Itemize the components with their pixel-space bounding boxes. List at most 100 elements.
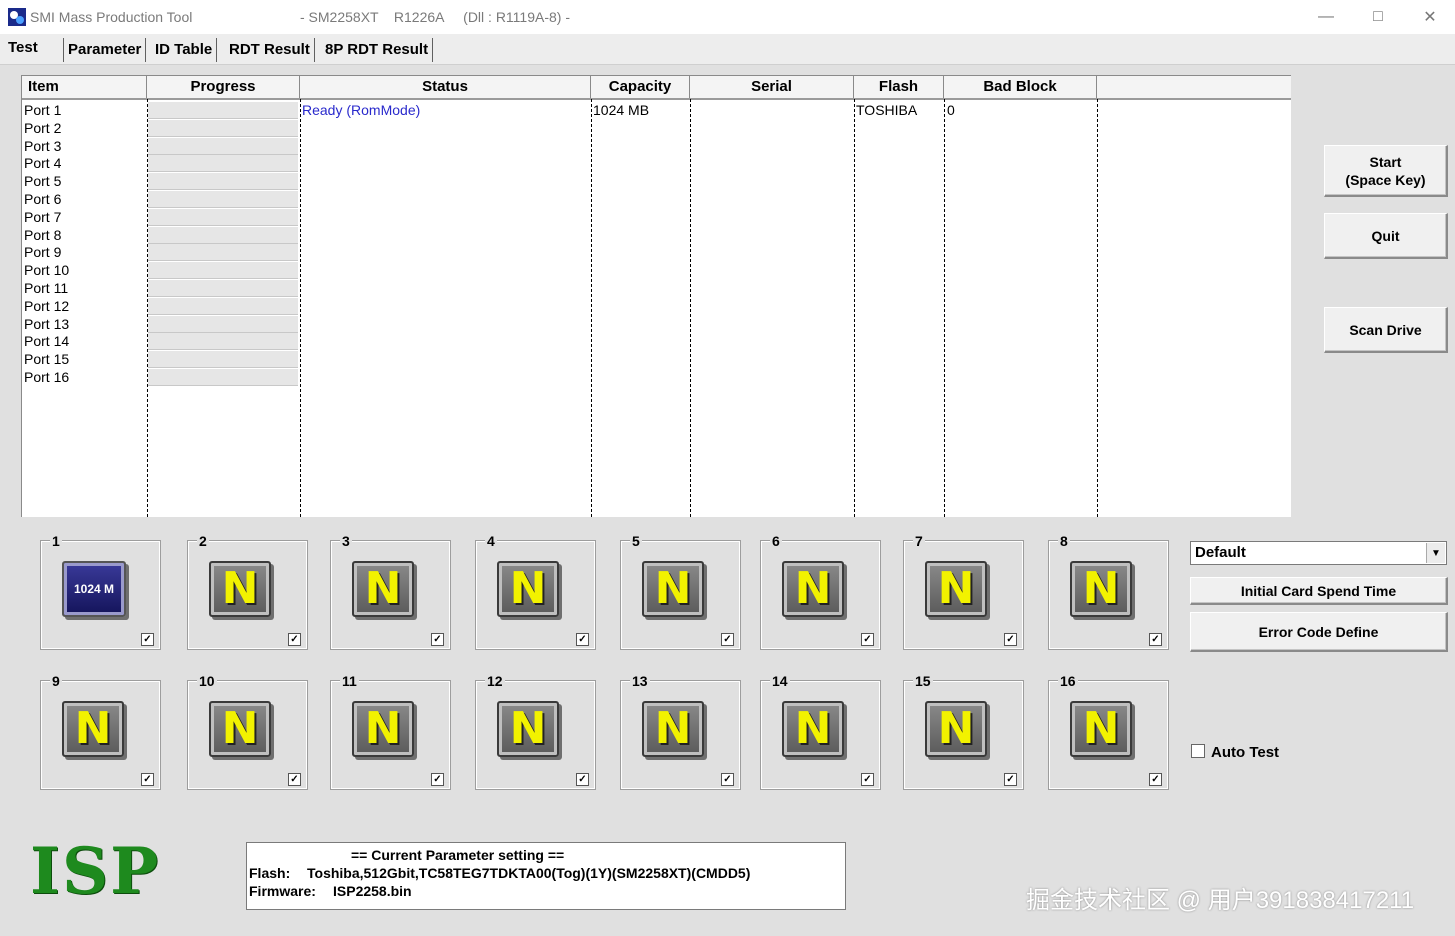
header-serial[interactable]: Serial <box>690 76 854 98</box>
slot-enable-checkbox[interactable]: ✓ <box>288 633 301 646</box>
slot-enable-checkbox[interactable]: ✓ <box>861 773 874 786</box>
no-device-letter: N <box>654 563 692 614</box>
no-device-letter: N <box>364 703 402 754</box>
slot-number: 3 <box>340 533 352 549</box>
port-status-grid[interactable]: Item Progress Status Capacity Serial Fla… <box>21 75 1291 517</box>
no-device-letter: N <box>937 703 975 754</box>
slot-number: 1 <box>50 533 62 549</box>
port-slot[interactable]: 11 N ✓ <box>330 673 451 790</box>
firmware-label: Firmware: <box>249 883 316 899</box>
header-capacity[interactable]: Capacity <box>591 76 690 98</box>
no-device-letter: N <box>221 703 259 754</box>
flash-value: Toshiba,512Gbit,TC58TEG7TDKTA00(Tog)(1Y)… <box>307 865 751 881</box>
slot-enable-checkbox[interactable]: ✓ <box>721 633 734 646</box>
no-device-icon: N <box>642 561 704 617</box>
header-status[interactable]: Status <box>300 76 591 98</box>
port-label: Port 10 <box>24 262 70 279</box>
tab-rdt-result[interactable]: RDT Result <box>225 38 315 62</box>
slot-number: 12 <box>485 673 505 689</box>
slot-enable-checkbox[interactable]: ✓ <box>431 633 444 646</box>
column-divider <box>690 99 691 517</box>
auto-test-checkbox[interactable]: Auto Test <box>1191 744 1279 761</box>
slot-number: 4 <box>485 533 497 549</box>
port-slot[interactable]: 13 N ✓ <box>620 673 741 790</box>
port-slot[interactable]: 5 N ✓ <box>620 533 741 650</box>
slot-number: 16 <box>1058 673 1078 689</box>
column-divider <box>944 99 945 517</box>
port-label: Port 7 <box>24 208 62 225</box>
bad-block-cell-port-1: 0 <box>947 102 955 118</box>
minimize-button[interactable]: — <box>1300 0 1352 34</box>
port-label: Port 6 <box>24 191 62 207</box>
header-bad-block[interactable]: Bad Block <box>944 76 1097 98</box>
port-slot[interactable]: 2 N ✓ <box>187 533 308 650</box>
port-slot[interactable]: 3 N ✓ <box>330 533 451 650</box>
column-divider <box>854 99 855 517</box>
profile-select[interactable]: Default ▼ <box>1190 541 1447 565</box>
slot-number: 14 <box>770 673 790 689</box>
profile-select-value: Default <box>1195 544 1246 561</box>
port-slot[interactable]: 12 N ✓ <box>475 673 596 790</box>
progress-bar <box>148 137 298 155</box>
tab-8p-rdt-result[interactable]: 8P RDT Result <box>321 38 434 62</box>
slot-enable-checkbox[interactable]: ✓ <box>1004 633 1017 646</box>
header-progress[interactable]: Progress <box>147 76 300 98</box>
progress-bar <box>148 244 298 262</box>
window-title: SMI Mass Production Tool <box>30 9 193 25</box>
port-slot[interactable]: 6 N ✓ <box>760 533 881 650</box>
no-device-icon: N <box>782 701 844 757</box>
port-slot[interactable]: 14 N ✓ <box>760 673 881 790</box>
slot-enable-checkbox[interactable]: ✓ <box>1149 633 1162 646</box>
port-slot[interactable]: 10 N ✓ <box>187 673 308 790</box>
chevron-down-icon[interactable]: ▼ <box>1426 543 1445 563</box>
tab-test[interactable]: Test <box>4 36 42 60</box>
port-slot[interactable]: 4 N ✓ <box>475 533 596 650</box>
initial-card-spend-time-button[interactable]: Initial Card Spend Time <box>1190 577 1448 605</box>
progress-bar <box>148 315 298 333</box>
start-label: Start <box>1369 153 1402 170</box>
checkbox-icon[interactable] <box>1191 744 1205 758</box>
port-slot[interactable]: 9 N ✓ <box>40 673 161 790</box>
error-code-define-button[interactable]: Error Code Define <box>1190 612 1448 652</box>
no-device-letter: N <box>937 563 975 614</box>
slot-enable-checkbox[interactable]: ✓ <box>1149 773 1162 786</box>
maximize-icon: □ <box>1373 8 1383 25</box>
column-divider <box>1097 99 1098 517</box>
slot-number: 13 <box>630 673 650 689</box>
quit-button[interactable]: Quit <box>1324 213 1448 259</box>
slot-enable-checkbox[interactable]: ✓ <box>576 773 589 786</box>
progress-bar <box>148 333 298 351</box>
slot-enable-checkbox[interactable]: ✓ <box>576 633 589 646</box>
maximize-button[interactable]: □ <box>1352 0 1404 34</box>
no-device-icon: N <box>1070 701 1132 757</box>
slot-enable-checkbox[interactable]: ✓ <box>288 773 301 786</box>
start-button[interactable]: Start (Space Key) <box>1324 145 1448 197</box>
device-capacity-icon: 1024 M <box>62 561 126 617</box>
port-slot[interactable]: 8 N ✓ <box>1048 533 1169 650</box>
slot-enable-checkbox[interactable]: ✓ <box>431 773 444 786</box>
no-device-icon: N <box>209 561 271 617</box>
no-device-icon: N <box>209 701 271 757</box>
port-slot[interactable]: 1 1024 M ✓ <box>40 533 161 650</box>
header-item[interactable]: Item <box>22 76 147 98</box>
port-slot[interactable]: 15 N ✓ <box>903 673 1024 790</box>
title-bar: SMI Mass Production Tool - SM2258XT R122… <box>0 0 1455 34</box>
no-device-icon: N <box>925 701 987 757</box>
slot-number: 8 <box>1058 533 1070 549</box>
port-slot[interactable]: 7 N ✓ <box>903 533 1024 650</box>
column-divider <box>591 99 592 517</box>
tab-bar: Test Parameter ID Table RDT Result 8P RD… <box>0 34 1455 65</box>
tab-id-table[interactable]: ID Table <box>151 38 218 62</box>
close-button[interactable]: ✕ <box>1404 0 1455 34</box>
tab-parameter[interactable]: Parameter <box>63 38 147 62</box>
slot-enable-checkbox[interactable]: ✓ <box>141 633 154 646</box>
port-slot[interactable]: 16 N ✓ <box>1048 673 1169 790</box>
no-device-letter: N <box>794 563 832 614</box>
scan-drive-button[interactable]: Scan Drive <box>1324 307 1448 353</box>
port-label: Port 14 <box>24 333 70 350</box>
slot-enable-checkbox[interactable]: ✓ <box>1004 773 1017 786</box>
slot-enable-checkbox[interactable]: ✓ <box>141 773 154 786</box>
header-flash[interactable]: Flash <box>854 76 944 98</box>
slot-enable-checkbox[interactable]: ✓ <box>861 633 874 646</box>
slot-enable-checkbox[interactable]: ✓ <box>721 773 734 786</box>
